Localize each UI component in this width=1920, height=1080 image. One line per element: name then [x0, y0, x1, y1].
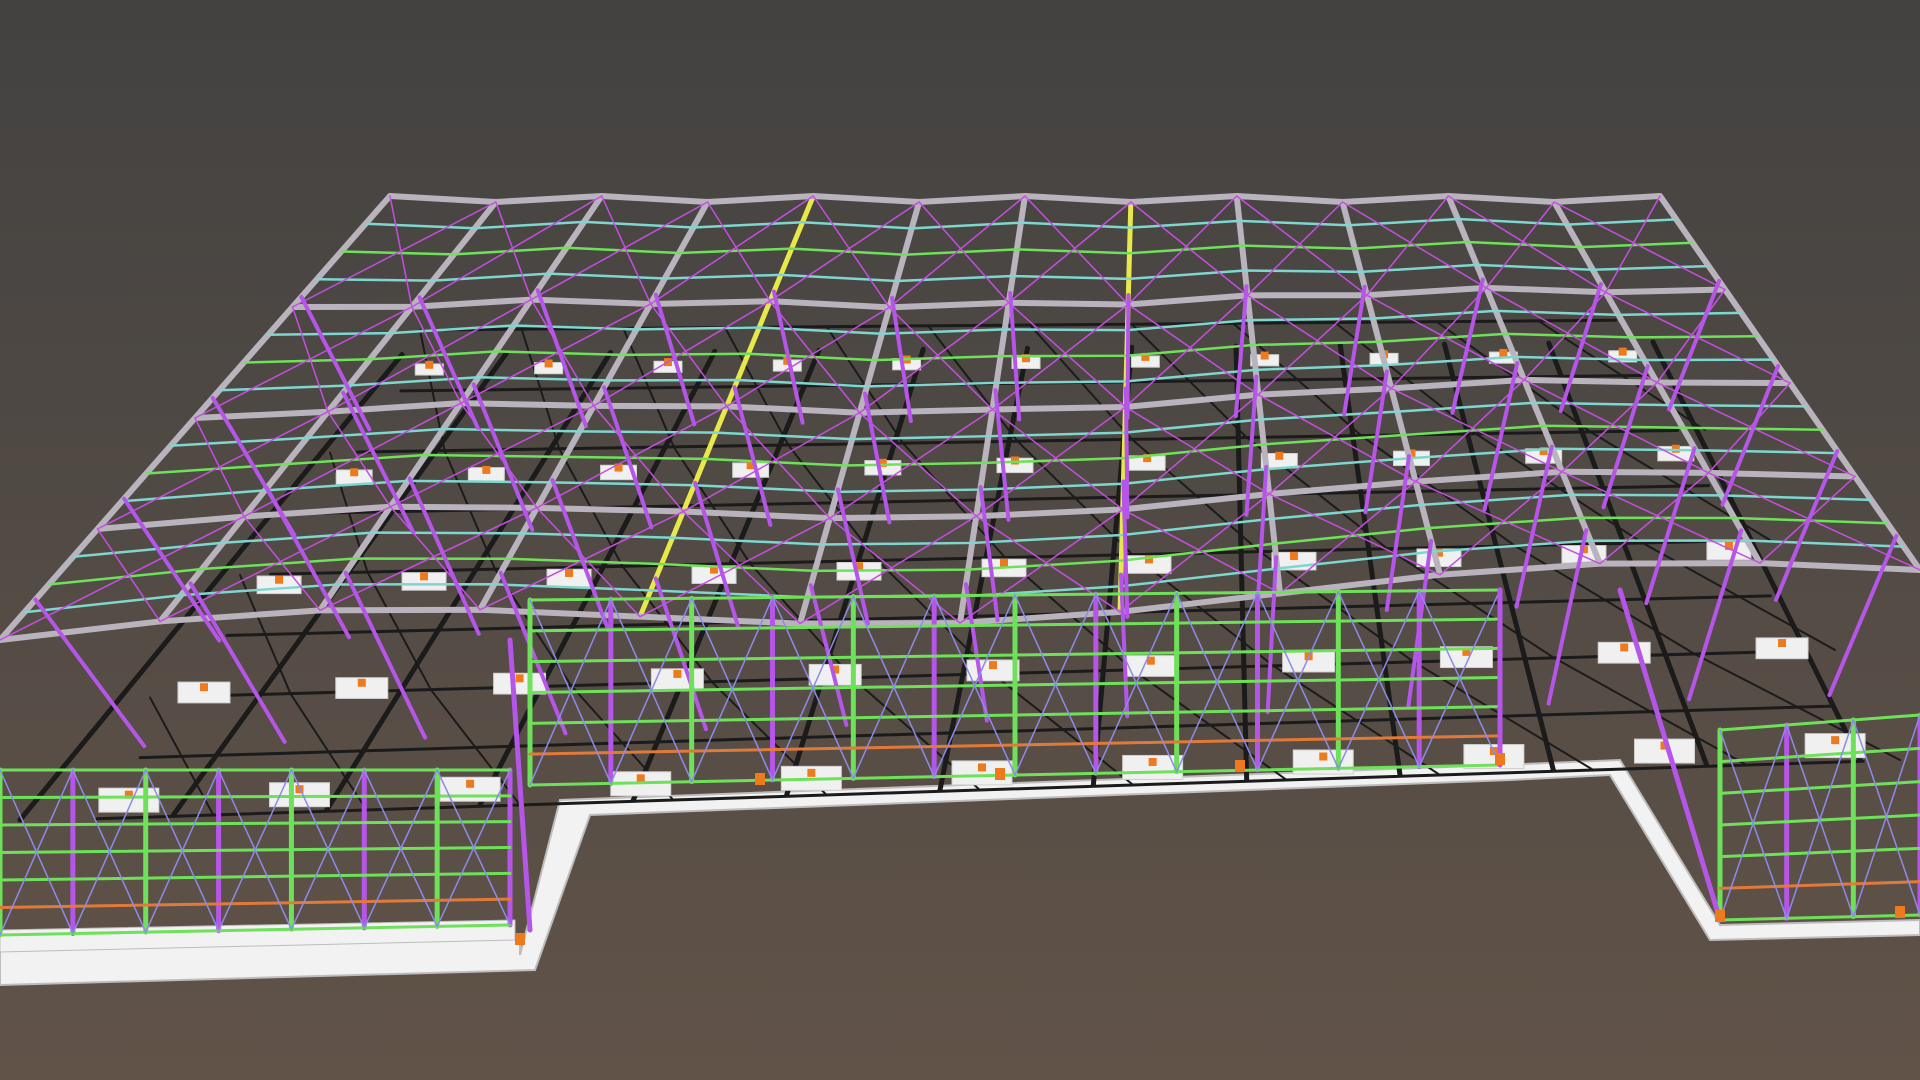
- column: [1123, 386, 1130, 520]
- anchor-bolt: [1495, 753, 1505, 765]
- anchor-bolt: [989, 661, 997, 670]
- anchor-bolt: [199, 683, 208, 692]
- anchor-bolt: [544, 359, 553, 368]
- 3d-viewport[interactable]: [0, 0, 1920, 1080]
- anchor-bolt: [995, 768, 1005, 780]
- anchor-bolt: [425, 360, 434, 369]
- anchor-bolt: [978, 763, 986, 772]
- anchor-bolt: [1235, 760, 1245, 772]
- anchor-bolt: [1715, 910, 1725, 922]
- anchor-bolt: [807, 768, 816, 777]
- anchor-bolt: [1620, 643, 1629, 652]
- anchor-bolt: [673, 669, 682, 678]
- anchor-bolt: [350, 468, 359, 477]
- anchor-bolt: [1895, 906, 1905, 918]
- anchor-bolt: [1260, 351, 1269, 360]
- anchor-bolt: [482, 465, 491, 474]
- anchor-bolt: [275, 575, 284, 584]
- anchor-bolt: [755, 773, 765, 785]
- anchor-bolt: [1778, 639, 1787, 648]
- anchor-bolt: [1618, 347, 1627, 356]
- anchor-bolt: [1671, 444, 1680, 453]
- anchor-bolt: [1499, 348, 1508, 357]
- anchor-bolt: [515, 674, 524, 683]
- anchor-bolt: [466, 779, 475, 788]
- anchor-bolt: [357, 678, 366, 687]
- anchor-bolt: [1319, 752, 1328, 761]
- anchor-bolt: [565, 568, 574, 577]
- anchor-bolt: [420, 572, 429, 581]
- anchor-bolt: [1831, 736, 1840, 745]
- anchor-bolt: [1275, 451, 1284, 460]
- anchor-bolt: [1000, 558, 1008, 567]
- anchor-bolt: [1289, 552, 1298, 561]
- anchor-bolt: [636, 774, 645, 783]
- anchor-bolt: [1011, 456, 1019, 465]
- structure-scene: [0, 0, 1920, 1080]
- anchor-bolt: [515, 933, 525, 945]
- wall-left-girt: [0, 794, 512, 799]
- anchor-bolt: [1148, 757, 1157, 766]
